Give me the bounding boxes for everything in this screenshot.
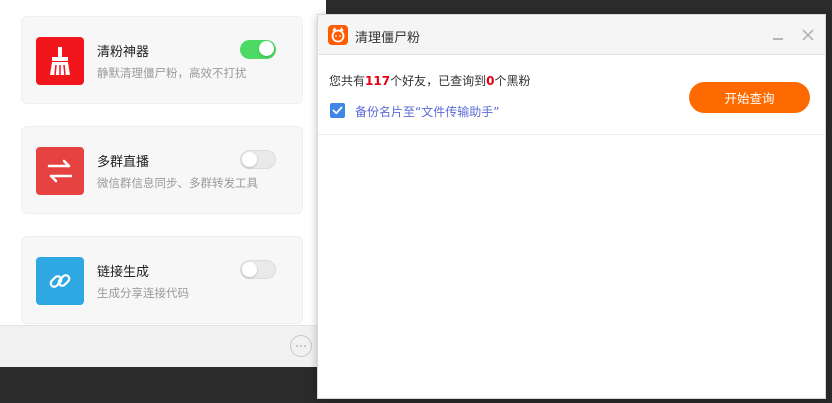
friend-summary: 您共有117个好友，已查询到0个黑粉 <box>329 74 531 88</box>
swap-arrows-icon <box>36 147 84 195</box>
dialog-title: 清理僵尸粉 <box>355 31 421 46</box>
toggle-knob <box>242 152 257 167</box>
start-query-button[interactable]: 开始查询 <box>689 82 810 113</box>
dialog-titlebar: 清理僵尸粉 <box>318 15 825 55</box>
friend-count: 117 <box>365 74 391 88</box>
link-generator-toggle[interactable] <box>240 260 276 279</box>
feature-card-link-generator[interactable]: 链接生成 生成分享连接代码 <box>21 236 303 324</box>
feature-title: 链接生成 <box>97 265 150 280</box>
feature-desc: 微信群信息同步、多群转发工具 <box>97 176 258 190</box>
more-options-icon[interactable] <box>290 335 312 357</box>
feature-desc: 生成分享连接代码 <box>97 286 189 300</box>
backup-label: 备份名片至“文件传输助手” <box>355 105 500 119</box>
feature-card-clean-fans[interactable]: 清粉神器 静默清理僵尸粉，高效不打扰 <box>21 16 303 104</box>
feature-panel: 清粉神器 静默清理僵尸粉，高效不打扰 多群直播 微信群信息同步、多群转发工具 链… <box>0 0 326 367</box>
backup-checkbox[interactable] <box>330 103 345 118</box>
close-icon[interactable] <box>800 27 816 43</box>
toggle-knob <box>259 41 274 56</box>
app-logo-icon <box>328 25 348 45</box>
feature-title: 清粉神器 <box>97 45 150 60</box>
feature-title: 多群直播 <box>97 155 150 170</box>
multi-group-live-toggle[interactable] <box>240 150 276 169</box>
panel-footer <box>0 325 326 367</box>
broom-icon <box>36 37 84 85</box>
feature-desc: 静默清理僵尸粉，高效不打扰 <box>97 66 247 80</box>
divider <box>318 134 825 135</box>
clean-fans-toggle[interactable] <box>240 40 276 59</box>
link-icon <box>36 257 84 305</box>
clean-fans-dialog: 清理僵尸粉 您共有117个好友，已查询到0个黑粉 备份名片至“文件传输助手” 开… <box>317 14 826 399</box>
toggle-knob <box>242 262 257 277</box>
minimize-icon[interactable] <box>771 28 785 42</box>
feature-card-multi-group-live[interactable]: 多群直播 微信群信息同步、多群转发工具 <box>21 126 303 214</box>
